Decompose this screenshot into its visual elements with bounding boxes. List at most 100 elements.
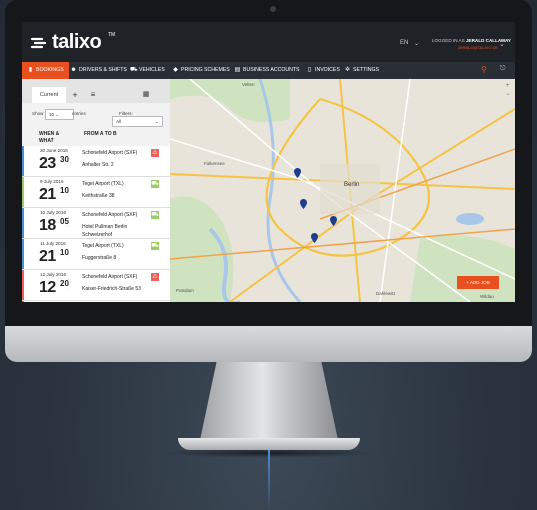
chevron-down-icon[interactable]: ⌄ xyxy=(414,40,419,47)
map-pin-icon[interactable] xyxy=(300,199,307,209)
car-icon[interactable]: ⛟ xyxy=(151,242,159,250)
nav-bookings[interactable]: ▮ BOOKINGS xyxy=(22,62,69,79)
table-row[interactable]: 10 July 2016 18 05 • • • • Schonefeld Airport (… xyxy=(22,208,170,239)
briefcase-icon: ▤ xyxy=(234,67,241,73)
entries-label: entries xyxy=(72,111,86,116)
nav-pricing-schemes[interactable]: ◆ PRICING SCHEMES xyxy=(172,62,230,79)
nav-label: BOOKINGS xyxy=(36,67,64,73)
bookings-panel: Current + ≡ ▦ Show 10 ⌄ entries Filters:… xyxy=(22,79,170,302)
booking-hour: 12 xyxy=(39,279,56,296)
status-bar xyxy=(22,208,24,238)
map-pin-icon[interactable] xyxy=(330,216,337,226)
car-icon: ⛟ xyxy=(130,67,138,73)
filter-value: All xyxy=(116,119,122,124)
bike-icon[interactable]: ⚲ xyxy=(481,65,487,74)
nav-invoices[interactable]: ▯ INVOICES xyxy=(306,62,340,79)
warning-icon[interactable]: ⚠ xyxy=(151,273,159,281)
route-dots: • • • • xyxy=(68,277,70,290)
language-select[interactable]: EN xyxy=(400,40,408,46)
add-job-button[interactable]: + ADD JOB xyxy=(457,276,499,289)
zoom-in-button[interactable]: + xyxy=(506,83,510,89)
main-nav: ▮ BOOKINGS ☻ DRIVERS & SHIFTS ⛟VEHICLES ◆ P… xyxy=(22,62,515,79)
book-icon: ▮ xyxy=(28,67,33,73)
route-dots: • • • • xyxy=(68,153,70,166)
map-label-falkensee: Falkensee xyxy=(204,161,225,166)
nav-label: SETTINGS xyxy=(353,67,379,73)
zoom-out-button[interactable]: − xyxy=(506,92,510,98)
calendar-view-icon[interactable]: ▦ xyxy=(138,87,154,103)
booking-hour: 21 xyxy=(39,186,56,203)
map-label-potsdam: Potsdam xyxy=(176,288,194,293)
talixo-logo-icon xyxy=(30,37,47,49)
chevron-down-icon: ⌄ xyxy=(155,119,159,124)
booking-from: Schonefeld Airport (SXF) xyxy=(82,150,138,156)
camera-icon xyxy=(270,6,276,12)
booking-to: Keithstraße 38 xyxy=(82,193,115,199)
booking-from: Schonefeld Airport (SXF) xyxy=(82,274,138,280)
col-from-to[interactable]: FROM A TO B xyxy=(84,131,117,137)
gear-icon: ✲ xyxy=(344,67,351,73)
booking-date: 10 July 2016 xyxy=(40,210,67,215)
nav-business-accounts[interactable]: ▤ BUSINESS ACCOUNTS xyxy=(234,62,300,79)
nav-label: VEHICLES xyxy=(139,67,165,73)
booking-to: Fuggerstraße 8 xyxy=(82,255,117,261)
booking-hour: 23 xyxy=(39,155,56,172)
filter-select[interactable]: All ⌄ xyxy=(112,116,163,127)
booking-date: 9 July 2016 xyxy=(40,179,64,184)
table-row[interactable]: 12 July 2016 12 20 • • • • Schonefeld Airport (… xyxy=(22,270,170,301)
user-menu-chevron-icon[interactable]: ⌄ xyxy=(499,40,505,48)
map-label-dahlewitz: Dahlewitz xyxy=(376,291,396,296)
show-label: Show xyxy=(32,111,44,116)
logged-in-label: LOGGED IN AS xyxy=(432,38,465,43)
car-icon[interactable]: ⛟ xyxy=(151,211,159,219)
brand-name[interactable]: talixo xyxy=(52,31,102,54)
status-bar xyxy=(22,177,24,207)
status-bar xyxy=(22,301,24,302)
nav-vehicles[interactable]: ⛟VEHICLES xyxy=(130,62,165,79)
route-dots: • • • • xyxy=(68,184,70,197)
booking-to-line2: Schweizerhof xyxy=(82,232,113,238)
booking-to: Hotel Pullman Berlin xyxy=(82,224,128,230)
status-bar xyxy=(22,270,24,300)
warning-icon[interactable]: ⚠ xyxy=(151,149,159,157)
booking-to: Kaiser-Friedrich-Straße 53 xyxy=(82,286,141,292)
entries-select[interactable]: 10 ⌄ xyxy=(45,109,74,120)
map-view[interactable]: Falkensee Berlin Potsdam Dahlewitz Wilda… xyxy=(170,79,515,302)
map-canvas xyxy=(170,79,515,302)
city-center xyxy=(320,164,380,214)
car-icon[interactable]: ⛟ xyxy=(151,180,159,188)
top-bar: talixo TM EN ⌄ LOGGED IN AS JERALD CALLA… xyxy=(22,22,515,62)
monitor-chin xyxy=(5,326,532,362)
map-pin-icon[interactable] xyxy=(294,168,301,178)
table-row[interactable]: 11 July 2016 21 10 • • • • Tegel Airport (TXL) F… xyxy=(22,239,170,270)
app-screen: talixo TM EN ⌄ LOGGED IN AS JERALD CALLA… xyxy=(22,22,515,302)
bookings-list: 30 June 2016 23 30 • • • • Schonefeld Airport (… xyxy=(22,146,170,302)
nav-label: PRICING SCHEMES xyxy=(181,67,230,73)
nav-label: DRIVERS & SHIFTS xyxy=(79,67,127,73)
nav-drivers-shifts[interactable]: ☻ DRIVERS & SHIFTS xyxy=(70,62,127,79)
logout-icon[interactable]: ⎋ xyxy=(500,65,506,73)
add-tab-icon[interactable]: + xyxy=(68,87,82,103)
table-row[interactable]: 9 July 2016 21 10 • • • • Tegel Airport (TXL) Ke… xyxy=(22,177,170,208)
col-what[interactable]: WHAT xyxy=(39,138,54,144)
route-dots: • • • • xyxy=(68,215,70,228)
col-when[interactable]: WHEN & xyxy=(39,131,59,137)
tab-current[interactable]: Current xyxy=(32,87,66,103)
user-email[interactable]: JERALD@TALIXO.DE xyxy=(458,45,498,50)
table-row[interactable]: 30 June 2016 23 30 • • • • Schonefeld Airport (… xyxy=(22,146,170,177)
list-view-icon[interactable]: ≡ xyxy=(86,87,100,103)
map-label-velten: Velten xyxy=(242,82,255,87)
booking-hour: 21 xyxy=(39,248,56,265)
monitor-base xyxy=(178,438,360,450)
nav-label: INVOICES xyxy=(315,67,340,73)
booking-date: 11 July 2016 xyxy=(40,241,66,246)
status-bar xyxy=(22,239,24,269)
booking-from: Schonefeld Airport (SXF) xyxy=(82,212,138,218)
booking-from: Tegel Airport (TXL) xyxy=(82,181,124,187)
table-row[interactable]: 12 July 2016••••Tegel Airport⛟ xyxy=(22,301,170,302)
booking-hour: 18 xyxy=(39,217,56,234)
map-pin-icon[interactable] xyxy=(311,233,318,243)
booking-date: 30 June 2016 xyxy=(40,148,68,153)
entries-value: 10 xyxy=(49,112,55,117)
nav-settings[interactable]: ✲ SETTINGS xyxy=(344,62,379,79)
